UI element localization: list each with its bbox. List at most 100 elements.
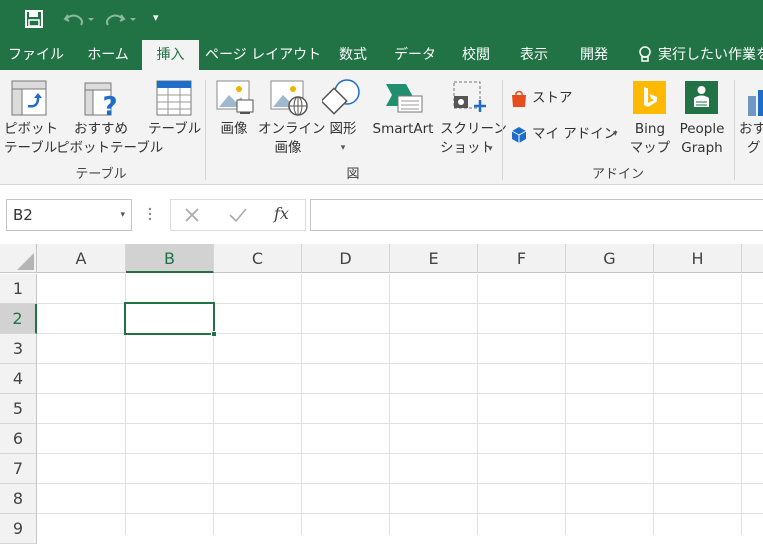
tables-group-label: テーブル: [75, 167, 127, 182]
title-bar: ▾: [0, 0, 763, 40]
screenshot-icon: [452, 80, 488, 120]
tab-data[interactable]: データ: [388, 40, 442, 70]
screenshot-dropdown-icon: ▾: [488, 144, 493, 154]
shapes-label: 図形: [329, 121, 357, 137]
recommended-charts-label-1: おす: [739, 121, 763, 137]
row-header-7[interactable]: 7: [0, 454, 37, 484]
screenshot-button[interactable]: スクリーン ショット ▾: [440, 78, 507, 160]
row-header-4[interactable]: 4: [0, 364, 37, 394]
table-button[interactable]: テーブル: [148, 78, 202, 160]
recommended-charts-button[interactable]: おす グ: [738, 78, 763, 160]
bing-maps-label-2: マップ: [629, 140, 671, 156]
tab-home[interactable]: ホーム: [80, 40, 136, 70]
tab-view[interactable]: 表示: [510, 40, 558, 70]
active-cell-b2[interactable]: [124, 302, 215, 335]
tell-me-text: 実行したい作業を: [658, 47, 763, 63]
screenshot-label-1: スクリーン: [440, 121, 507, 137]
pictures-label: 画像: [220, 121, 248, 137]
illustrations-group-label: 図: [346, 167, 360, 182]
table-label: テーブル: [148, 121, 202, 137]
tab-review[interactable]: 校閲: [452, 40, 500, 70]
picture-icon: [216, 80, 254, 120]
column-header-b[interactable]: B: [126, 244, 214, 273]
name-box-value: B2: [13, 206, 33, 224]
column-header-e[interactable]: E: [390, 244, 478, 273]
online-pictures-label-1: オンライン: [258, 121, 326, 137]
customize-qat-icon[interactable]: ▾: [153, 11, 159, 24]
people-graph-label-1: People: [679, 121, 725, 137]
shapes-dropdown-icon: ▾: [340, 143, 346, 153]
store-label: ストア: [532, 90, 573, 106]
formula-input[interactable]: [310, 199, 763, 231]
bing-maps-label-1: Bing: [634, 121, 666, 137]
column-header-a[interactable]: A: [37, 244, 126, 273]
insert-function-button[interactable]: fx: [274, 204, 289, 223]
addins-group-label: アドイン: [591, 167, 644, 182]
recommended-pivot-label-2: ピボットテーブル: [56, 140, 164, 156]
smartart-button[interactable]: SmartArt: [368, 78, 438, 160]
svg-text:?: ?: [102, 92, 117, 118]
column-header-partial[interactable]: [742, 244, 763, 273]
cancel-icon[interactable]: [183, 206, 201, 228]
recommended-charts-icon: [748, 86, 763, 120]
smartart-label: SmartArt: [372, 121, 434, 137]
name-box[interactable]: B2 ▾: [6, 199, 132, 231]
name-box-dropdown-icon[interactable]: ▾: [120, 200, 125, 230]
tell-me-box[interactable]: 実行したい作業を: [636, 40, 763, 70]
column-header-h[interactable]: H: [654, 244, 742, 273]
tab-formulas[interactable]: 数式: [329, 40, 377, 70]
tab-developer[interactable]: 開発: [568, 40, 620, 70]
recommended-pivottables-button[interactable]: ? おすすめ ピボットテーブル: [56, 78, 164, 160]
recommended-charts-label-2: グ: [747, 140, 761, 156]
column-header-d[interactable]: D: [302, 244, 390, 273]
table-icon: [156, 80, 192, 120]
row-header-1[interactable]: 1: [0, 274, 37, 304]
ribbon-separator: [205, 80, 206, 180]
online-pictures-button[interactable]: オンライン 画像: [258, 78, 326, 160]
tab-insert[interactable]: 挿入: [142, 40, 199, 71]
store-icon: [510, 90, 528, 112]
column-header-c[interactable]: C: [214, 244, 302, 273]
ribbon-separator: [502, 80, 503, 180]
undo-icon[interactable]: [62, 9, 96, 29]
my-addins-label: マイ アドイン: [532, 126, 618, 142]
row-header-2[interactable]: 2: [0, 304, 37, 334]
lightbulb-icon: [638, 46, 652, 68]
row-header-9[interactable]: 9: [0, 514, 37, 544]
fill-handle[interactable]: [211, 331, 217, 337]
pivottable-icon: [11, 80, 47, 120]
pivottable-label-2: テーブル: [4, 140, 58, 156]
my-addins-button[interactable]: マイ アドイン ▾: [510, 124, 624, 146]
tab-page-layout[interactable]: ページ レイアウト: [205, 40, 321, 70]
recommended-pivottable-icon: ?: [84, 82, 120, 122]
row-header-3[interactable]: 3: [0, 334, 37, 364]
select-all-corner[interactable]: [0, 244, 37, 273]
column-header-f[interactable]: F: [478, 244, 566, 273]
bing-maps-button[interactable]: Bing マップ: [628, 78, 672, 160]
row-header-5[interactable]: 5: [0, 394, 37, 424]
people-graph-icon: [685, 81, 718, 114]
save-icon[interactable]: [24, 9, 44, 29]
pivottable-label-1: ピボット: [4, 121, 58, 137]
smartart-icon: [384, 82, 424, 118]
store-button[interactable]: ストア: [510, 88, 590, 110]
pivottable-button[interactable]: ピボット テーブル: [4, 78, 58, 160]
enter-icon[interactable]: [228, 206, 248, 228]
row-header-8[interactable]: 8: [0, 484, 37, 514]
my-addins-dropdown-icon: ▾: [613, 129, 618, 139]
my-addins-icon: [510, 126, 528, 148]
column-header-g[interactable]: G: [566, 244, 654, 273]
recommended-pivot-label-1: おすすめ: [74, 121, 128, 137]
redo-icon[interactable]: [104, 9, 138, 29]
shapes-button[interactable]: 図形 ▾: [320, 78, 364, 160]
people-graph-button[interactable]: People Graph: [674, 78, 730, 160]
online-pictures-label-2: 画像: [274, 140, 302, 156]
formula-bar-grip-icon: [148, 206, 152, 222]
shapes-icon: [320, 78, 364, 122]
pictures-button[interactable]: 画像: [212, 78, 256, 160]
online-picture-icon: [270, 80, 308, 120]
row-header-6[interactable]: 6: [0, 424, 37, 454]
ribbon-separator: [734, 80, 735, 180]
screenshot-label-2: ショット: [440, 140, 494, 156]
tab-file[interactable]: ファイル: [5, 40, 67, 70]
